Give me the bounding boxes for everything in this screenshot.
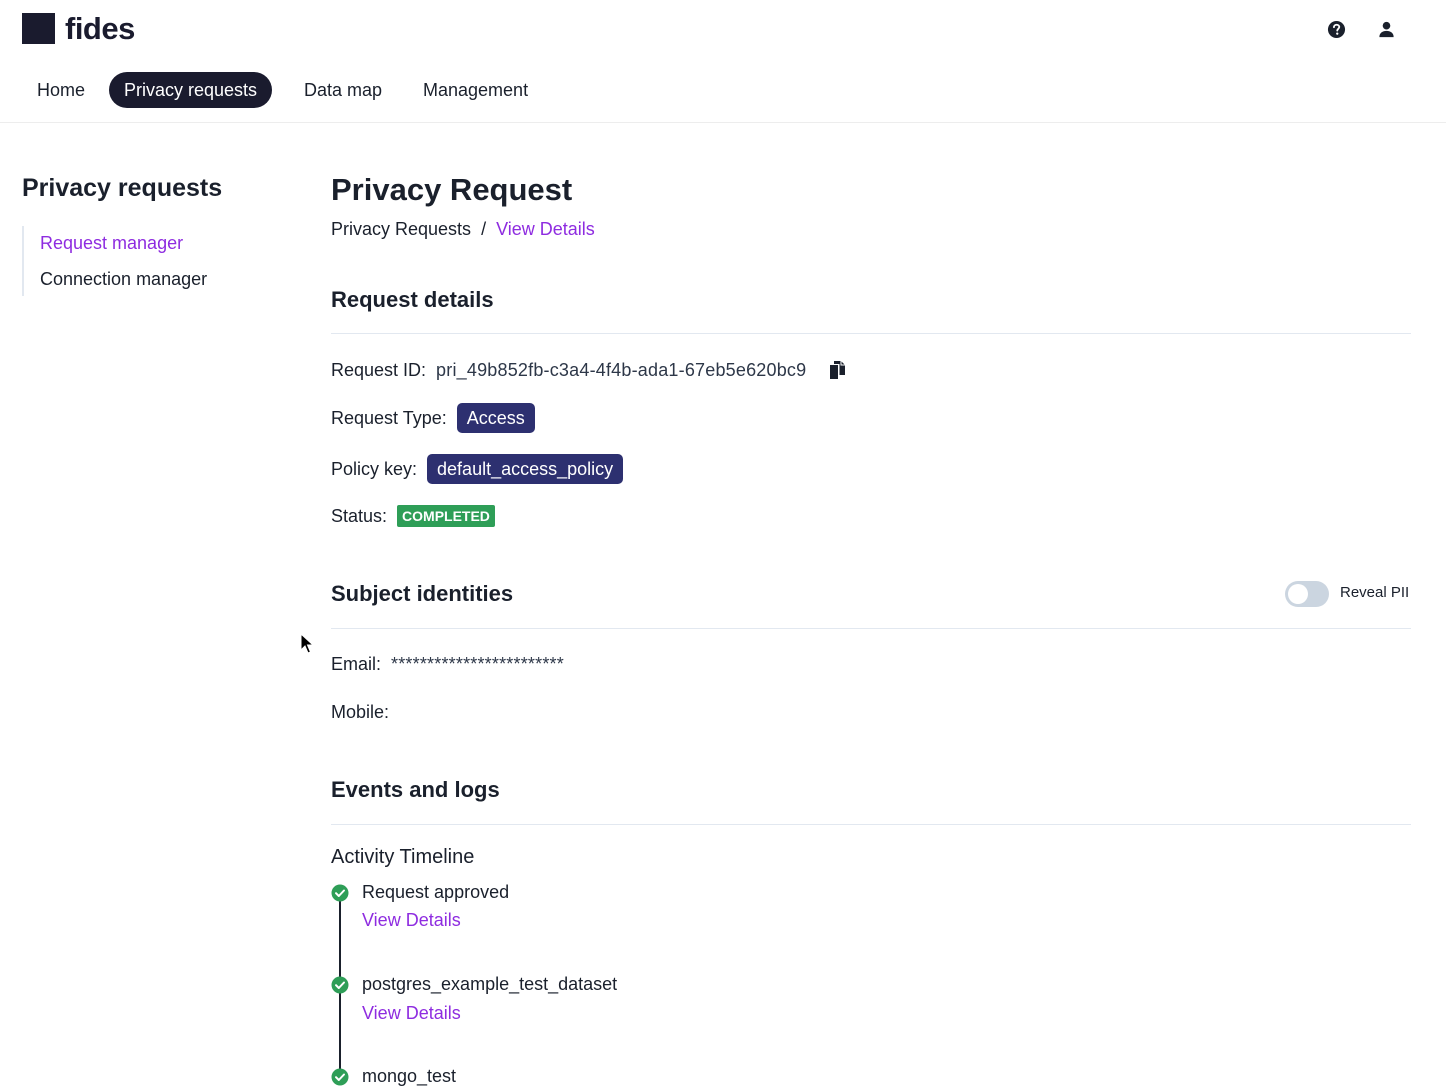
nav-item-home[interactable]: Home: [22, 72, 100, 108]
status-row: Status: COMPLETED: [331, 501, 495, 531]
main-nav: Home Privacy requests Data map Managemen…: [0, 60, 1446, 123]
request-id-value: pri_49b852fb-c3a4-4f4b-ada1-67eb5e620bc9: [436, 360, 807, 380]
reveal-pii-label: Reveal PII: [1340, 584, 1410, 601]
nav-item-data-map[interactable]: Data map: [289, 72, 397, 108]
request-type-label: Request Type:: [331, 408, 447, 428]
request-details-divider: [331, 333, 1411, 334]
mobile-label: Mobile:: [331, 702, 390, 722]
timeline-item-label: mongo_test: [362, 1066, 457, 1086]
help-icon[interactable]: [1327, 20, 1346, 39]
check-circle-icon: [331, 976, 349, 994]
check-circle-icon: [331, 884, 349, 902]
request-id-row: Request ID: pri_49b852fb-c3a4-4f4b-ada1-…: [331, 355, 848, 385]
page-title: Privacy Request: [331, 172, 573, 207]
sidebar-item-connection-manager[interactable]: Connection manager: [40, 267, 207, 291]
status-badge: COMPLETED: [397, 505, 495, 527]
copy-icon[interactable]: [826, 359, 848, 381]
sidebar-title: Privacy requests: [22, 174, 223, 202]
policy-key-label: Policy key:: [331, 459, 418, 479]
events-logs-title: Events and logs: [331, 777, 500, 802]
email-label: Email:: [331, 654, 382, 674]
email-value: ************************: [391, 654, 564, 674]
request-type-row: Request Type: Access: [331, 403, 535, 433]
mouse-cursor-icon: [300, 633, 314, 654]
reveal-pii-toggle[interactable]: [1285, 581, 1329, 607]
subject-identities-divider: [331, 628, 1411, 629]
breadcrumb-root[interactable]: Privacy Requests: [331, 219, 471, 239]
check-circle-icon: [331, 1068, 349, 1086]
breadcrumb-separator: /: [481, 219, 487, 239]
timeline-item-label: Request approved: [362, 882, 510, 902]
nav-item-privacy-requests[interactable]: Privacy requests: [109, 72, 273, 108]
subject-identities-title: Subject identities: [331, 581, 514, 606]
sidebar-list: Request manager Connection manager: [22, 226, 274, 296]
email-row: Email: ************************: [331, 649, 564, 679]
request-details-title: Request details: [331, 287, 494, 312]
breadcrumb-current: View Details: [496, 219, 595, 239]
events-logs-divider: [331, 824, 1411, 825]
timeline-item-label: postgres_example_test_dataset: [362, 974, 618, 994]
request-id-label: Request ID:: [331, 360, 427, 380]
top-header: fides: [0, 0, 1446, 61]
reveal-pii-toggle-knob: [1288, 584, 1308, 604]
request-type-tag: Access: [456, 403, 535, 433]
policy-key-row: Policy key: default_access_policy: [331, 454, 624, 484]
user-icon[interactable]: [1377, 20, 1396, 39]
timeline-item-view-details-link[interactable]: View Details: [362, 908, 461, 932]
mobile-row: Mobile:: [331, 697, 399, 727]
timeline-item-view-details-link[interactable]: View Details: [362, 1001, 461, 1025]
fides-logo-mark[interactable]: [22, 13, 55, 44]
fides-logo-text[interactable]: fides: [65, 10, 135, 48]
sidebar-item-request-manager[interactable]: Request manager: [40, 231, 183, 255]
breadcrumb: Privacy Requests / View Details: [331, 217, 595, 241]
policy-key-tag: default_access_policy: [427, 454, 624, 484]
status-label: Status:: [331, 506, 388, 526]
nav-item-management[interactable]: Management: [408, 72, 543, 108]
activity-timeline-title: Activity Timeline: [331, 846, 475, 868]
